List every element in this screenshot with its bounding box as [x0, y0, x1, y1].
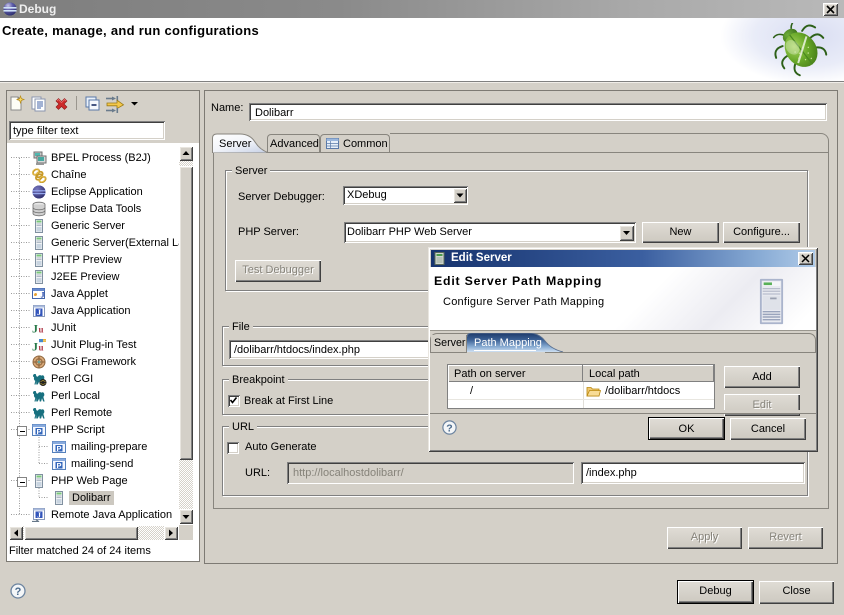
svg-text:J: J — [32, 322, 38, 336]
svg-text:P: P — [56, 461, 61, 470]
svg-text:?: ? — [446, 423, 452, 435]
svg-text:P: P — [36, 427, 41, 436]
svg-text:u: u — [39, 325, 44, 335]
svg-text:u: u — [39, 343, 44, 353]
svg-text:J: J — [32, 340, 38, 354]
svg-text:J: J — [41, 291, 45, 300]
svg-text:J: J — [37, 511, 41, 520]
svg-text:?: ? — [15, 586, 22, 598]
svg-text:P: P — [56, 444, 61, 453]
